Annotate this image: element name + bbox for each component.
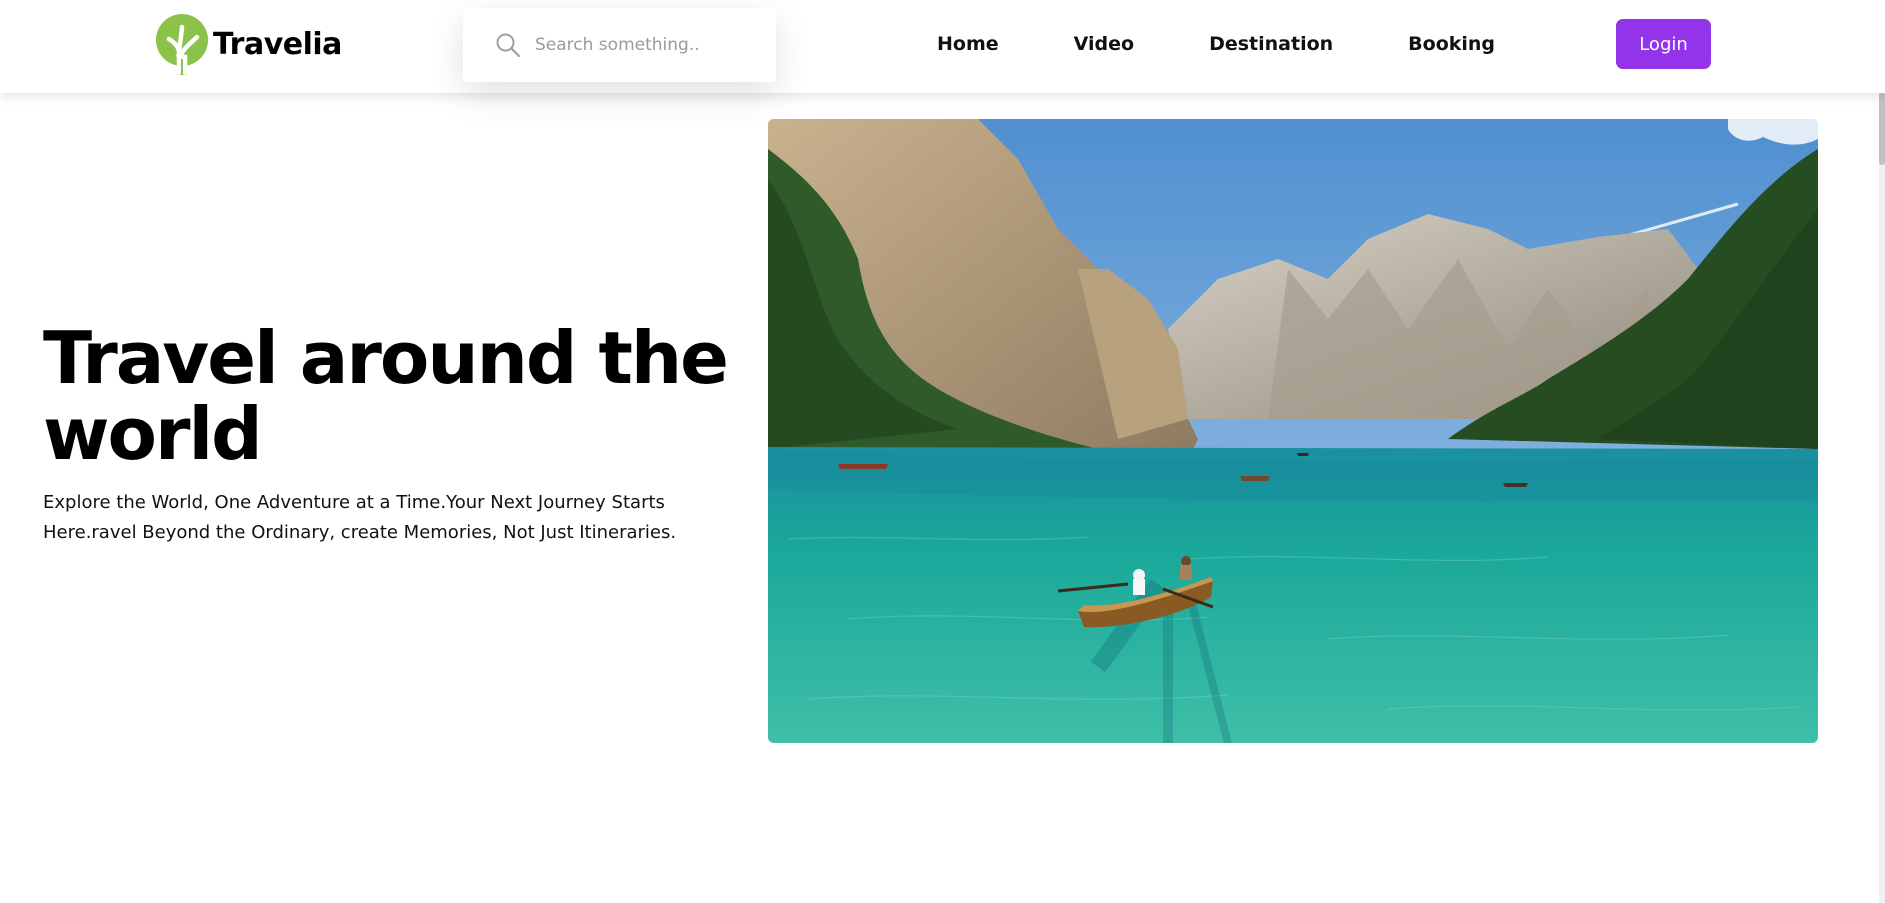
hero-title: Travel around the world <box>43 316 729 476</box>
search-box[interactable] <box>463 8 776 82</box>
page-scrollbar[interactable] <box>1879 0 1885 903</box>
hero-lake-image <box>768 119 1818 743</box>
site-header: Travelia Home Video Destination Booking … <box>0 0 1885 93</box>
login-button[interactable]: Login <box>1616 19 1711 69</box>
nav-item-home[interactable]: Home <box>937 33 999 55</box>
search-icon <box>496 33 521 58</box>
brand-logo[interactable]: Travelia <box>155 13 342 75</box>
main-nav: Home Video Destination Booking <box>937 33 1495 55</box>
nav-item-destination[interactable]: Destination <box>1209 33 1333 55</box>
hero-description: Explore the World, One Adventure at a Ti… <box>43 492 677 543</box>
nav-item-video[interactable]: Video <box>1074 33 1134 55</box>
nav-item-booking[interactable]: Booking <box>1408 33 1495 55</box>
tree-logo-icon <box>156 14 208 75</box>
lake-mountains-illustration <box>768 119 1818 743</box>
search-input[interactable] <box>533 34 733 56</box>
brand-name: Travelia <box>213 26 342 62</box>
